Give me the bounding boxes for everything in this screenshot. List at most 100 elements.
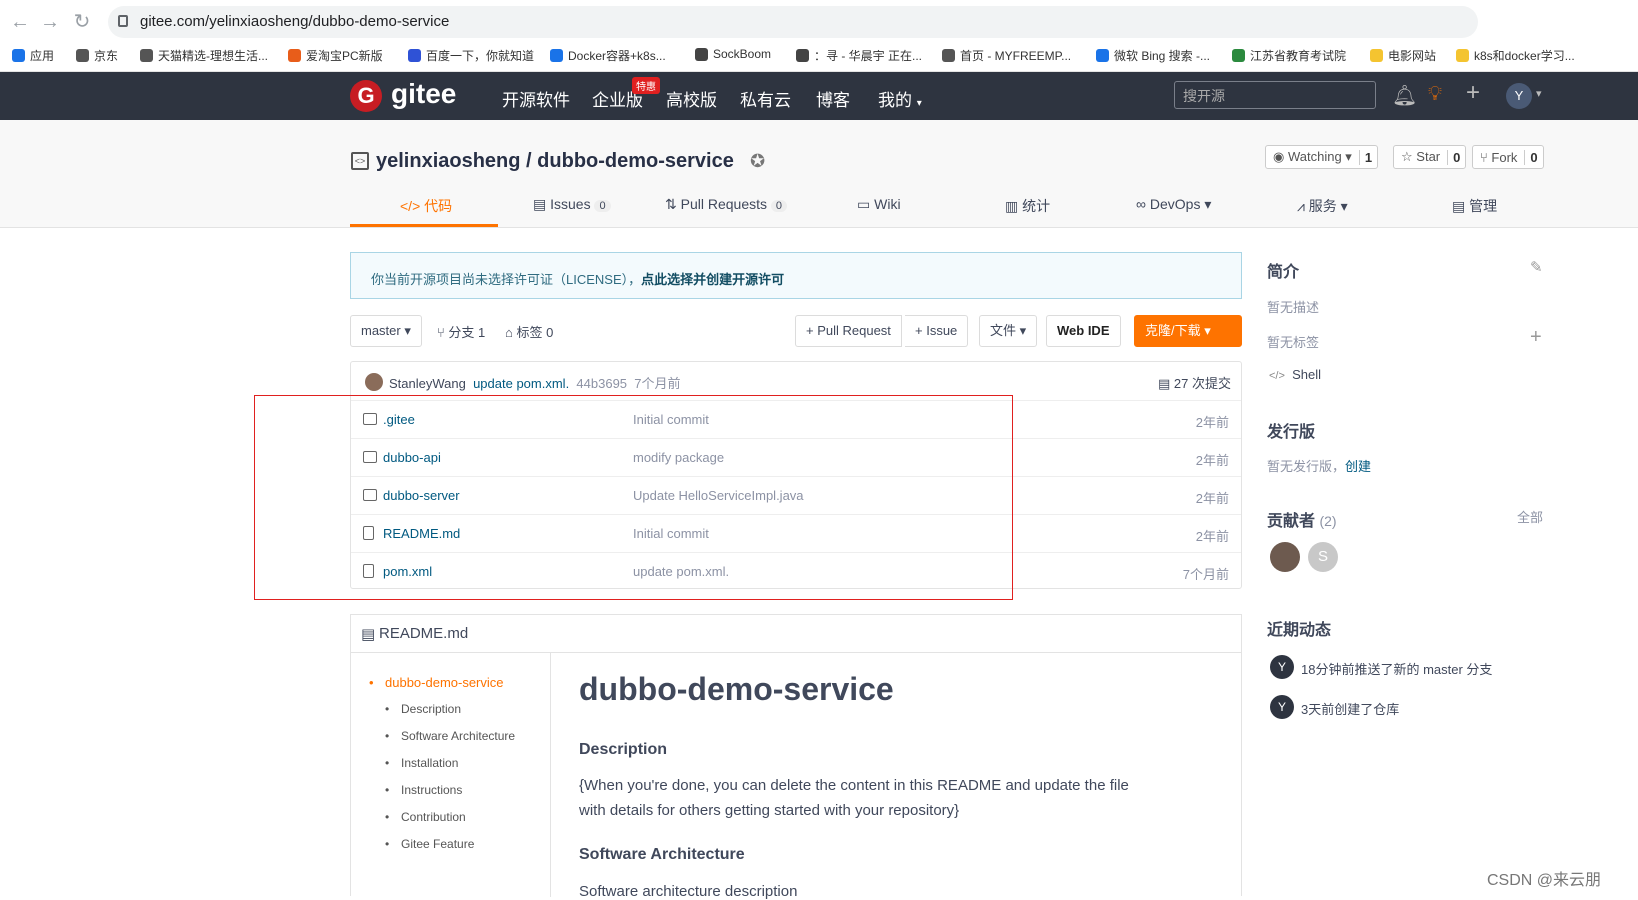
bookmark-item[interactable]: 京东 [76, 47, 118, 64]
activity-avatar-2[interactable]: Y [1270, 695, 1294, 719]
bookmark-item[interactable]: SockBoom [695, 47, 771, 61]
toc-item[interactable]: Installation [385, 756, 458, 770]
back-arrow-icon[interactable]: ← [8, 10, 32, 34]
gitee-logo-icon[interactable]: G [350, 80, 382, 112]
tags-label: 标签 0 [516, 325, 554, 340]
add-tag-plus-icon[interactable]: + [1530, 326, 1542, 349]
badge-icon[interactable]: ✪ [750, 151, 765, 172]
watch-count[interactable]: 1 [1358, 149, 1377, 165]
commit-message[interactable]: update pom.xml. [473, 376, 569, 391]
nav-private-cloud[interactable]: 私有云 [740, 86, 791, 111]
branch-select[interactable]: master ▾ [350, 315, 422, 347]
watch-button[interactable]: ◉ Watching ▾ 1 [1265, 145, 1379, 169]
edit-icon[interactable]: ✎ [1530, 258, 1543, 276]
url-text[interactable]: gitee.com/yelinxiaosheng/dubbo-demo-serv… [140, 13, 449, 30]
tab-services[interactable]: ⩘ 服务 ▾ [1297, 196, 1348, 216]
repo-header: <> yelinxiaosheng / dubbo-demo-service ✪… [0, 120, 1638, 228]
activity-avatar-1[interactable]: Y [1270, 655, 1294, 679]
commit-author[interactable]: StanleyWang [389, 376, 466, 391]
release-title: 发行版 [1267, 424, 1316, 441]
user-avatar[interactable]: Y [1506, 83, 1532, 109]
commit-count-link[interactable]: ▤ 27 次提交 [1158, 373, 1231, 392]
toc-item[interactable]: Gitee Feature [385, 837, 474, 851]
readme-filename: README.md [379, 625, 469, 642]
readme-header: ▤ README.md [351, 615, 1241, 653]
bookmark-item[interactable]: 百度一下，你就知道 [408, 47, 534, 64]
file-time: 2年前 [1195, 453, 1229, 468]
toc-item[interactable]: Instructions [385, 783, 462, 797]
tab-issues[interactable]: ▤ Issues 0 [533, 196, 611, 213]
forward-arrow-icon[interactable]: → [38, 10, 62, 34]
no-tags: 暂无标签 [1267, 335, 1320, 350]
nav-blog[interactable]: 博客 [816, 86, 850, 111]
star-button[interactable]: ☆ Star 0 [1393, 145, 1467, 169]
bookmark-label: k8s和docker学习... [1474, 49, 1575, 63]
contributor-avatar-2[interactable]: S [1308, 542, 1338, 572]
nav-education[interactable]: 高校版 [666, 86, 717, 111]
branches-link[interactable]: ⑂ 分支 1 [437, 322, 485, 341]
tab-stats[interactable]: ▥ 统计 [1005, 196, 1050, 216]
bookmark-item[interactable]: 江苏省教育考试院 [1232, 47, 1346, 64]
chevron-down-icon[interactable]: ▾ [1536, 87, 1542, 100]
tab-manage[interactable]: ▤ 管理 [1452, 196, 1497, 216]
file-dropdown[interactable]: 文件 ▾ [979, 315, 1038, 347]
star-count[interactable]: 0 [1447, 149, 1465, 165]
contributors-all-link[interactable]: 全部 [1517, 507, 1543, 526]
logo-text[interactable]: gitee [391, 78, 456, 110]
bookmark-item[interactable]: ：寻 - 华晨宇 正在... [796, 47, 922, 64]
toc-item[interactable]: Description [385, 702, 461, 716]
address-bar[interactable]: gitee.com/yelinxiaosheng/dubbo-demo-serv… [108, 6, 1478, 38]
fork-label: Fork [1491, 149, 1518, 165]
language-item[interactable]: </> Shell [1269, 367, 1321, 382]
tab-wiki[interactable]: ▭ Wiki [857, 196, 901, 213]
bookmark-item[interactable]: 天猫精选-理想生活... [140, 47, 268, 64]
fork-button[interactable]: ⑂ Fork 0 [1472, 145, 1544, 169]
bookmark-label: 爱淘宝PC新版 [306, 49, 383, 63]
bookmark-label: 首页 - MYFREEMP... [960, 49, 1072, 63]
pull-request-button[interactable]: + Pull Request [795, 315, 902, 347]
bookmark-item[interactable]: 微软 Bing 搜索 -... [1096, 47, 1210, 64]
tab-issues-label: Issues [550, 196, 591, 212]
bookmark-item[interactable]: 首页 - MYFREEMP... [942, 47, 1071, 64]
bookmark-item[interactable]: 爱淘宝PC新版 [288, 47, 383, 64]
plus-icon[interactable]: + [1466, 79, 1480, 107]
commit-author-avatar[interactable] [365, 373, 383, 391]
bookmark-item[interactable]: 应用 [12, 47, 54, 64]
create-release-link[interactable]: 创建 [1345, 459, 1371, 474]
file-label: 文件 [990, 323, 1017, 338]
tags-link[interactable]: ⌂ 标签 0 [505, 322, 553, 341]
language-label: Shell [1292, 367, 1322, 382]
site-header: G gitee 开源软件 企业版 特惠 高校版 私有云 博客 我的 ▾ 搜开源 … [0, 72, 1638, 120]
activity-item-1[interactable]: 18分钟前推送了新的 master 分支 [1301, 659, 1492, 678]
repo-title[interactable]: yelinxiaosheng / dubbo-demo-service [376, 150, 734, 173]
reload-icon[interactable]: ↻ [70, 10, 94, 34]
web-ide-button[interactable]: Web IDE [1046, 315, 1121, 347]
file-icon: ▤ [361, 626, 376, 643]
search-input[interactable]: 搜开源 [1174, 81, 1376, 109]
new-issue-button[interactable]: + Issue [905, 315, 969, 347]
no-release: 暂无发行版， [1267, 459, 1346, 474]
nav-mine[interactable]: 我的 ▾ [878, 86, 922, 111]
tab-pull-requests[interactable]: ⇅ Pull Requests 0 [665, 196, 788, 213]
activity-item-2[interactable]: 3天前创建了仓库 [1301, 699, 1399, 718]
tab-code[interactable]: </> 代码 [400, 196, 452, 216]
bookmark-label: ：寻 - 华晨宇 正在... [814, 49, 923, 63]
bell-icon[interactable]: 🔔︎ [1392, 83, 1417, 108]
bookmark-icon [288, 49, 301, 62]
bookmark-label: 京东 [94, 49, 119, 63]
clone-download-button[interactable]: 克隆/下载 ▾ [1134, 315, 1242, 347]
nav-open-source[interactable]: 开源软件 [502, 86, 570, 111]
tab-devops[interactable]: ∞ DevOps ▾ [1136, 196, 1211, 213]
license-link[interactable]: 点此选择并创建开源许可 [641, 272, 784, 287]
fork-count[interactable]: 0 [1524, 149, 1542, 165]
toc-item[interactable]: Contribution [385, 810, 466, 824]
bookmark-item[interactable]: Docker容器+k8s... [550, 47, 666, 64]
lightbulb-icon[interactable]: 💡︎ [1428, 83, 1442, 106]
toc-item[interactable]: Software Architecture [385, 729, 515, 743]
no-description: 暂无描述 [1267, 300, 1320, 315]
contributor-avatar-1[interactable] [1270, 542, 1300, 572]
bookmark-item[interactable]: 电影网站 [1370, 47, 1436, 64]
commit-hash[interactable]: 44b3695 [576, 376, 627, 391]
toc-item[interactable]: dubbo-demo-service [369, 675, 503, 690]
bookmark-item[interactable]: k8s和docker学习... [1456, 47, 1575, 64]
